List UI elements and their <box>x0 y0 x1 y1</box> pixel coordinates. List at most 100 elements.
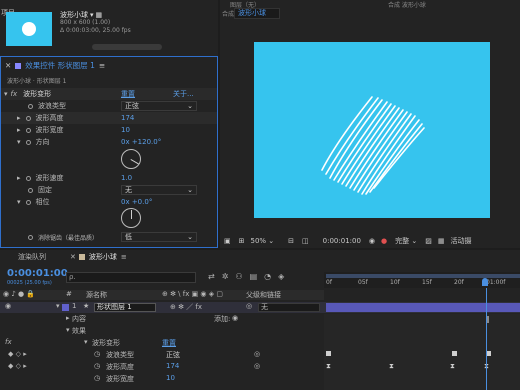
timecode[interactable]: 0:00:01:00 <box>323 237 361 245</box>
current-time[interactable]: 0:00:01:00 <box>7 268 68 279</box>
expand-arrow-icon[interactable]: ▾ <box>56 302 60 310</box>
parent-dropdown[interactable]: 无 <box>258 303 320 312</box>
reset-link[interactable]: 重置 <box>162 338 176 348</box>
add-icon[interactable]: ◉ <box>232 314 238 322</box>
prop-value[interactable]: 0x +0.0° <box>121 198 152 206</box>
layer-switches[interactable]: ⊕ ✻ ／ fx <box>170 302 202 312</box>
render-queue-tab[interactable]: 渲染队列 <box>18 252 46 262</box>
expand-arrow-icon[interactable]: ▾ <box>4 90 8 98</box>
graph-editor-icon[interactable]: ◈ <box>278 272 284 281</box>
fx-icon[interactable]: fx <box>11 90 18 98</box>
composition-canvas[interactable] <box>254 42 490 218</box>
keyframe[interactable] <box>452 351 457 356</box>
project-scrollbar[interactable] <box>92 44 162 50</box>
draft-3d-icon[interactable]: ✲ <box>222 272 229 281</box>
zoom-dropdown[interactable]: 50% ⌄ <box>251 237 275 245</box>
expand-arrow-icon[interactable]: ▸ <box>17 174 21 182</box>
expand-arrow-icon[interactable]: ▾ <box>17 198 21 206</box>
expand-arrow-icon[interactable]: ▾ <box>84 338 88 346</box>
antialias-dropdown[interactable]: 低 ⌄ <box>121 232 197 242</box>
snapshot-icon[interactable]: ◫ <box>302 237 309 245</box>
direction-dial[interactable] <box>121 149 141 169</box>
layer-name[interactable]: 形状图层 1 <box>94 303 156 312</box>
expand-arrow-icon[interactable]: ▾ <box>17 138 21 146</box>
stopwatch-icon[interactable] <box>25 139 31 145</box>
stopwatch-icon[interactable] <box>25 175 31 181</box>
parent-icon[interactable]: ◎ <box>246 302 252 310</box>
time-ruler[interactable]: 0f 05f 10f 15f 20f 01:00f <box>324 272 520 288</box>
composition-thumbnail[interactable] <box>6 12 52 46</box>
color-wheel-icon[interactable]: ● <box>381 237 387 245</box>
stopwatch-icon[interactable]: ◷ <box>94 374 100 382</box>
layer-duration-bar[interactable] <box>326 303 520 312</box>
search-input[interactable]: ρ. <box>66 272 196 283</box>
camera-icon[interactable]: ◉ <box>369 237 375 245</box>
stopwatch-icon[interactable] <box>28 187 33 193</box>
stopwatch-icon[interactable] <box>25 127 31 133</box>
visibility-icon[interactable]: ◉ <box>5 302 11 310</box>
view-options-icon[interactable]: ⊞ <box>239 237 245 245</box>
stopwatch-icon[interactable] <box>28 103 33 109</box>
comp-color-swatch <box>78 254 85 260</box>
playhead-marker[interactable] <box>482 278 488 286</box>
keyframe-hourglass[interactable]: ⧗ <box>389 362 394 371</box>
panel-menu-icon[interactable]: ≡ <box>121 253 127 261</box>
label-color[interactable] <box>62 304 69 311</box>
keyframe-hourglass[interactable]: ⧗ <box>450 362 455 371</box>
frame-blend-icon[interactable]: ▤ <box>250 272 258 281</box>
layer-row[interactable]: ◉ ▾ 1 ★ 形状图层 1 ⊕ ✻ ／ fx ◎ 无 <box>0 302 520 313</box>
col-av-icons: ◉ ♪ ● 🔒 <box>3 290 36 298</box>
prop-row-wave-width: ▸ 波形宽度 10 <box>1 124 217 136</box>
panel-menu-icon[interactable]: ≡ <box>99 61 105 70</box>
expression-icon[interactable]: ◎ <box>254 362 260 370</box>
work-area-bar[interactable] <box>326 274 520 278</box>
expand-arrow-icon[interactable]: ▸ <box>17 126 21 134</box>
reset-link[interactable]: 重置 <box>121 89 135 99</box>
expand-arrow-icon[interactable]: ▸ <box>66 314 70 322</box>
grid-icon[interactable]: ⊟ <box>288 237 294 245</box>
shy-icon[interactable]: ⚇ <box>235 272 242 281</box>
region-icon[interactable]: ▨ <box>425 237 432 245</box>
fx-icon[interactable]: fx <box>5 338 12 346</box>
comp-tab[interactable]: 波形小球 <box>89 252 117 262</box>
transparency-icon[interactable]: ▦ <box>438 237 445 245</box>
expression-icon[interactable]: ◎ <box>254 350 260 358</box>
stopwatch-icon[interactable] <box>25 115 31 121</box>
comp-tab[interactable]: 波形小球 <box>234 8 280 19</box>
quality-dropdown[interactable]: 完整 ⌄ <box>395 236 417 246</box>
prop-value[interactable]: 正弦 <box>166 350 180 360</box>
chevron-down-icon[interactable]: ▾ <box>90 11 94 19</box>
keyframe[interactable] <box>326 351 331 356</box>
close-icon[interactable]: ✕ <box>5 61 11 70</box>
expand-arrow-icon[interactable]: ▸ <box>17 114 21 122</box>
close-icon[interactable]: ✕ <box>70 253 76 261</box>
motion-blur-icon[interactable]: ◔ <box>264 272 271 281</box>
expand-arrow-icon[interactable]: ▾ <box>66 326 70 334</box>
stopwatch-icon[interactable]: ◷ <box>94 362 100 370</box>
prop-value[interactable]: 1.0 <box>121 174 132 182</box>
keyframe-nav[interactable]: ◆ ◇ ▸ <box>8 350 27 358</box>
prop-value[interactable]: 174 <box>121 114 134 122</box>
breadcrumb: 波形小球 · 形状图层 1 <box>7 78 67 85</box>
prop-value[interactable]: 0x +120.0° <box>121 138 161 146</box>
prop-value[interactable]: 174 <box>166 362 179 370</box>
playhead-line[interactable] <box>486 288 487 390</box>
keyframe-hourglass[interactable]: ⧗ <box>326 362 331 371</box>
pinning-dropdown[interactable]: 无 ⌄ <box>121 185 197 195</box>
stopwatch-icon[interactable] <box>28 234 33 240</box>
comp-flow-icon[interactable]: ⇄ <box>208 272 215 281</box>
phase-dial[interactable] <box>121 208 141 228</box>
stopwatch-icon[interactable]: ◷ <box>94 350 100 358</box>
prop-value[interactable]: 10 <box>166 374 175 382</box>
active-camera-dropdown[interactable]: 活动摄 <box>450 236 471 246</box>
stopwatch-icon[interactable] <box>25 199 31 205</box>
keyframe-nav[interactable]: ◆ ◇ ▸ <box>8 362 27 370</box>
about-link[interactable]: 关于... <box>173 89 194 99</box>
prop-row-phase: ▾ 相位 0x +0.0° <box>1 196 217 208</box>
wave-type-dropdown[interactable]: 正弦 ⌄ <box>121 101 197 111</box>
viewer-settings-icon[interactable]: ▣ <box>224 237 231 245</box>
prop-value[interactable]: 10 <box>121 126 130 134</box>
effects-tab[interactable]: ✕ 效果控件 形状图层 1 ≡ <box>5 60 105 71</box>
keyframe-track[interactable]: ⧗ ⧗ ⧗ ⧗ <box>324 314 520 390</box>
ruler-label: 05f <box>358 279 368 286</box>
